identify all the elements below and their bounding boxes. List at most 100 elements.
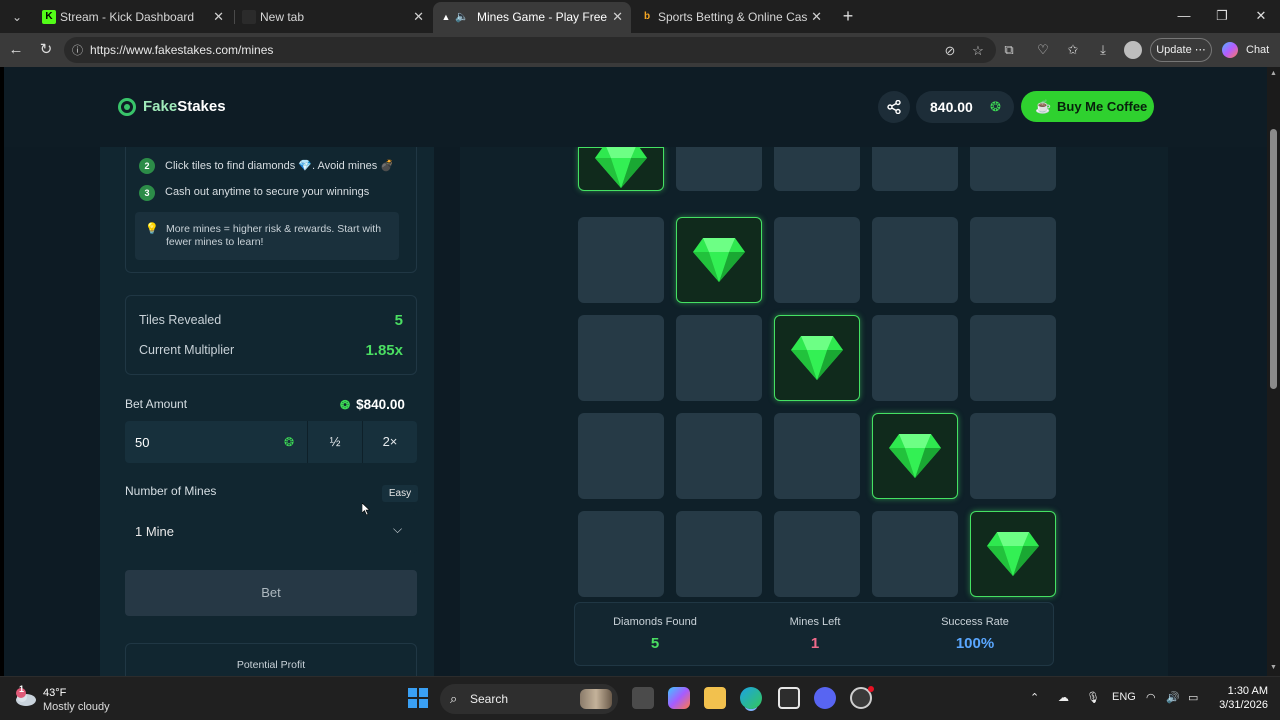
diamonds-found-value: 5 bbox=[650, 635, 660, 652]
language-indicator[interactable]: ENG bbox=[1112, 691, 1136, 703]
scrollbar-thumb[interactable] bbox=[1270, 129, 1277, 389]
multiplier-label: Current Multiplier bbox=[139, 343, 235, 357]
hidden-tile[interactable] bbox=[970, 147, 1056, 191]
mines-select[interactable]: 1 Mine ⌵ bbox=[125, 509, 417, 553]
mines-left-value: 1 bbox=[810, 635, 820, 652]
hidden-tile[interactable] bbox=[970, 217, 1056, 303]
potential-profit-label: Potential Profit bbox=[236, 659, 306, 671]
hidden-tile[interactable] bbox=[774, 511, 860, 597]
hidden-tile[interactable] bbox=[774, 147, 860, 191]
share-button[interactable] bbox=[878, 91, 910, 123]
tab-kick-dashboard[interactable]: K Stream - Kick Dashboard ✕ bbox=[34, 2, 232, 33]
site-info-icon[interactable]: ⓘ bbox=[72, 42, 86, 57]
scroll-down-icon[interactable]: ▼ bbox=[1269, 664, 1278, 671]
hidden-tile[interactable] bbox=[774, 217, 860, 303]
hidden-tile[interactable] bbox=[676, 315, 762, 401]
copilot-app-icon[interactable] bbox=[668, 687, 690, 709]
hidden-tile[interactable] bbox=[872, 217, 958, 303]
diamond-icon bbox=[595, 144, 647, 188]
hidden-tile[interactable] bbox=[970, 413, 1056, 499]
new-tab-button[interactable]: + bbox=[838, 6, 858, 26]
profile-avatar[interactable] bbox=[1124, 41, 1142, 59]
system-clock[interactable]: 1:30 AM 3/31/2026 bbox=[1212, 684, 1268, 712]
hidden-tile[interactable] bbox=[578, 413, 664, 499]
speaker-icon[interactable]: 🔈 bbox=[455, 10, 469, 24]
favorites-icon[interactable]: ✩ bbox=[1064, 41, 1082, 59]
tab-mines-game[interactable]: ▲ 🔈 Mines Game - Play Free Onlin ✕ bbox=[433, 2, 631, 33]
downloads-icon[interactable]: ⤓ bbox=[1094, 41, 1112, 59]
volume-icon[interactable]: 🔊 bbox=[1166, 691, 1180, 704]
share-icon bbox=[887, 99, 901, 115]
edge-browser-icon[interactable] bbox=[740, 687, 762, 709]
copilot-chat-button[interactable]: Chat bbox=[1220, 38, 1274, 62]
close-window-icon[interactable]: ✕ bbox=[1251, 7, 1271, 25]
hidden-tile[interactable] bbox=[578, 217, 664, 303]
bet-amount-input[interactable] bbox=[125, 421, 307, 463]
microsoft-store-icon[interactable] bbox=[778, 687, 800, 709]
page-scrollbar[interactable]: ▲ ▼ bbox=[1267, 67, 1280, 676]
hidden-tile[interactable] bbox=[872, 511, 958, 597]
hidden-tile[interactable] bbox=[676, 147, 762, 191]
hidden-tile[interactable] bbox=[676, 511, 762, 597]
bet-balance-value: $840.00 bbox=[356, 397, 405, 412]
file-explorer-icon[interactable] bbox=[704, 687, 726, 709]
tab-actions-menu-icon[interactable]: ⌄ bbox=[6, 6, 28, 28]
controls-panel: 2 Click tiles to find diamonds 💎. Avoid … bbox=[100, 137, 434, 676]
bet-button[interactable]: Bet bbox=[125, 570, 417, 616]
bet-balance: ❂ $840.00 bbox=[340, 397, 405, 412]
tracking-prevention-icon[interactable]: ⊘ bbox=[942, 43, 958, 59]
refresh-icon[interactable]: ↻ bbox=[36, 40, 56, 60]
minimize-icon[interactable]: — bbox=[1174, 7, 1194, 25]
update-button[interactable]: Update ⋯ bbox=[1150, 38, 1212, 62]
wifi-icon[interactable]: ◠ bbox=[1146, 691, 1156, 704]
half-bet-button[interactable]: ½ bbox=[307, 421, 362, 463]
game-board-panel: Diamonds Found 5 Mines Left 1 Success Ra… bbox=[460, 144, 1168, 676]
scroll-up-icon[interactable]: ▲ bbox=[1269, 70, 1278, 77]
show-hidden-icons-icon[interactable]: ⌃ bbox=[1030, 691, 1039, 704]
hidden-tile[interactable] bbox=[774, 413, 860, 499]
address-bar[interactable]: ⓘ https://www.fakestakes.com/mines ⊘ ☆ bbox=[64, 37, 996, 63]
update-label: Update bbox=[1156, 44, 1192, 56]
potential-profit-card: Potential Profit bbox=[125, 643, 417, 676]
close-icon[interactable]: ✕ bbox=[413, 9, 424, 25]
step-number: 2 bbox=[139, 158, 155, 174]
kick-icon: K bbox=[42, 10, 56, 24]
taskbar-search[interactable]: ⌕ Search bbox=[440, 684, 618, 714]
microphone-icon[interactable]: 🎙 bbox=[1086, 691, 1100, 704]
tab-sports-betting[interactable]: b Sports Betting & Online Casino at ✕ bbox=[632, 2, 830, 33]
clock-date: 3/31/2026 bbox=[1219, 699, 1268, 711]
notification-dot bbox=[868, 686, 874, 692]
clock-time: 1:30 AM bbox=[1227, 685, 1268, 697]
balance-pill: 840.00 ❂ bbox=[916, 91, 1014, 123]
discord-icon[interactable] bbox=[814, 687, 836, 709]
hidden-tile[interactable] bbox=[578, 315, 664, 401]
page-content: 2 Click tiles to find diamonds 💎. Avoid … bbox=[4, 67, 1267, 676]
hidden-tile[interactable] bbox=[578, 511, 664, 597]
task-view-icon[interactable] bbox=[632, 687, 654, 709]
mouse-cursor-icon bbox=[362, 503, 370, 515]
hidden-tile[interactable] bbox=[872, 147, 958, 191]
fakestakes-icon: ▲ bbox=[441, 12, 451, 22]
browser-essentials-icon[interactable]: ♡ bbox=[1034, 41, 1052, 59]
back-icon[interactable]: ← bbox=[6, 40, 26, 60]
tab-strip: ⌄ K Stream - Kick Dashboard ✕ New tab ✕ … bbox=[0, 0, 1280, 33]
tab-new-tab[interactable]: New tab ✕ bbox=[234, 2, 432, 33]
windows-taskbar: 1 43°F Mostly cloudy ⌕ Search ⌃ ☁ 🎙 ENG … bbox=[0, 676, 1280, 720]
close-icon[interactable]: ✕ bbox=[213, 9, 224, 25]
double-bet-button[interactable]: 2× bbox=[362, 421, 417, 463]
hidden-tile[interactable] bbox=[676, 413, 762, 499]
onedrive-icon[interactable]: ☁ bbox=[1058, 691, 1069, 704]
close-icon[interactable]: ✕ bbox=[811, 9, 822, 25]
restore-icon[interactable]: ❐ bbox=[1212, 7, 1232, 25]
favorite-star-icon[interactable]: ☆ bbox=[970, 43, 986, 59]
tiles-revealed-label: Tiles Revealed bbox=[139, 313, 222, 327]
step-number: 3 bbox=[139, 185, 155, 201]
buy-me-coffee-button[interactable]: ☕ Buy Me Coffee bbox=[1021, 91, 1154, 122]
battery-icon[interactable]: ▭ bbox=[1188, 691, 1198, 704]
extensions-icon[interactable]: ⧉ bbox=[1000, 41, 1018, 59]
hidden-tile[interactable] bbox=[872, 315, 958, 401]
windows-start-icon[interactable] bbox=[408, 688, 428, 708]
url-text[interactable]: https://www.fakestakes.com/mines bbox=[90, 43, 273, 57]
hidden-tile[interactable] bbox=[970, 315, 1056, 401]
close-icon[interactable]: ✕ bbox=[612, 9, 623, 25]
